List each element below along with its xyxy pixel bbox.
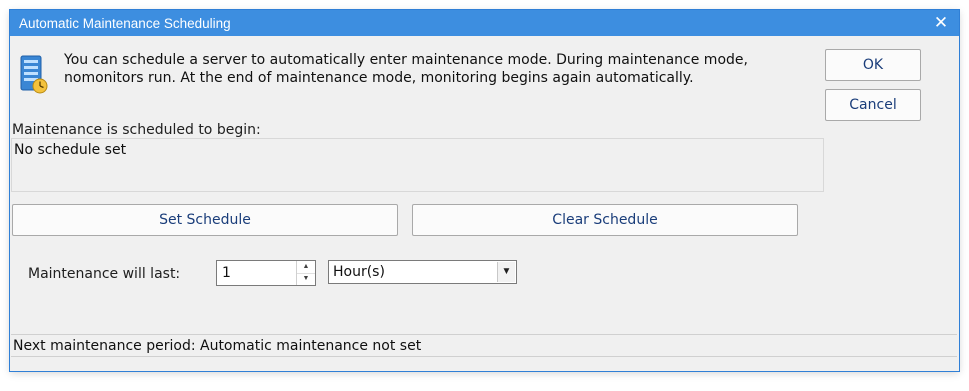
ok-button[interactable]: OK <box>825 49 921 81</box>
duration-unit-value: Hour(s) <box>333 264 385 280</box>
stepper-down-icon[interactable]: ▼ <box>297 273 315 285</box>
schedule-value: No schedule set <box>14 142 127 158</box>
close-icon[interactable]: ✕ <box>931 13 951 33</box>
duration-label: Maintenance will last: <box>28 266 181 282</box>
intro-description: You can schedule a server to automatical… <box>64 52 748 86</box>
cancel-button[interactable]: Cancel <box>825 89 921 121</box>
title-bar[interactable]: Automatic Maintenance Scheduling ✕ <box>10 10 959 36</box>
maintenance-dialog: Automatic Maintenance Scheduling ✕ You c… <box>10 10 959 371</box>
status-bar: Next maintenance period: Automatic maint… <box>11 334 957 357</box>
schedule-label: Maintenance is scheduled to begin: <box>12 122 261 138</box>
status-text: Next maintenance period: Automatic maint… <box>13 338 422 354</box>
schedule-display: No schedule set <box>11 138 824 192</box>
set-schedule-button[interactable]: Set Schedule <box>12 204 398 236</box>
chevron-down-icon[interactable]: ▼ <box>497 262 515 282</box>
duration-stepper[interactable]: 1 ▲ ▼ <box>216 260 316 286</box>
window-title: Automatic Maintenance Scheduling <box>19 15 231 31</box>
duration-unit-select[interactable]: Hour(s) ▼ <box>328 260 517 284</box>
stepper-buttons: ▲ ▼ <box>296 261 315 285</box>
duration-value[interactable]: 1 <box>222 265 231 281</box>
server-clock-icon <box>20 55 48 94</box>
clear-schedule-button[interactable]: Clear Schedule <box>412 204 798 236</box>
